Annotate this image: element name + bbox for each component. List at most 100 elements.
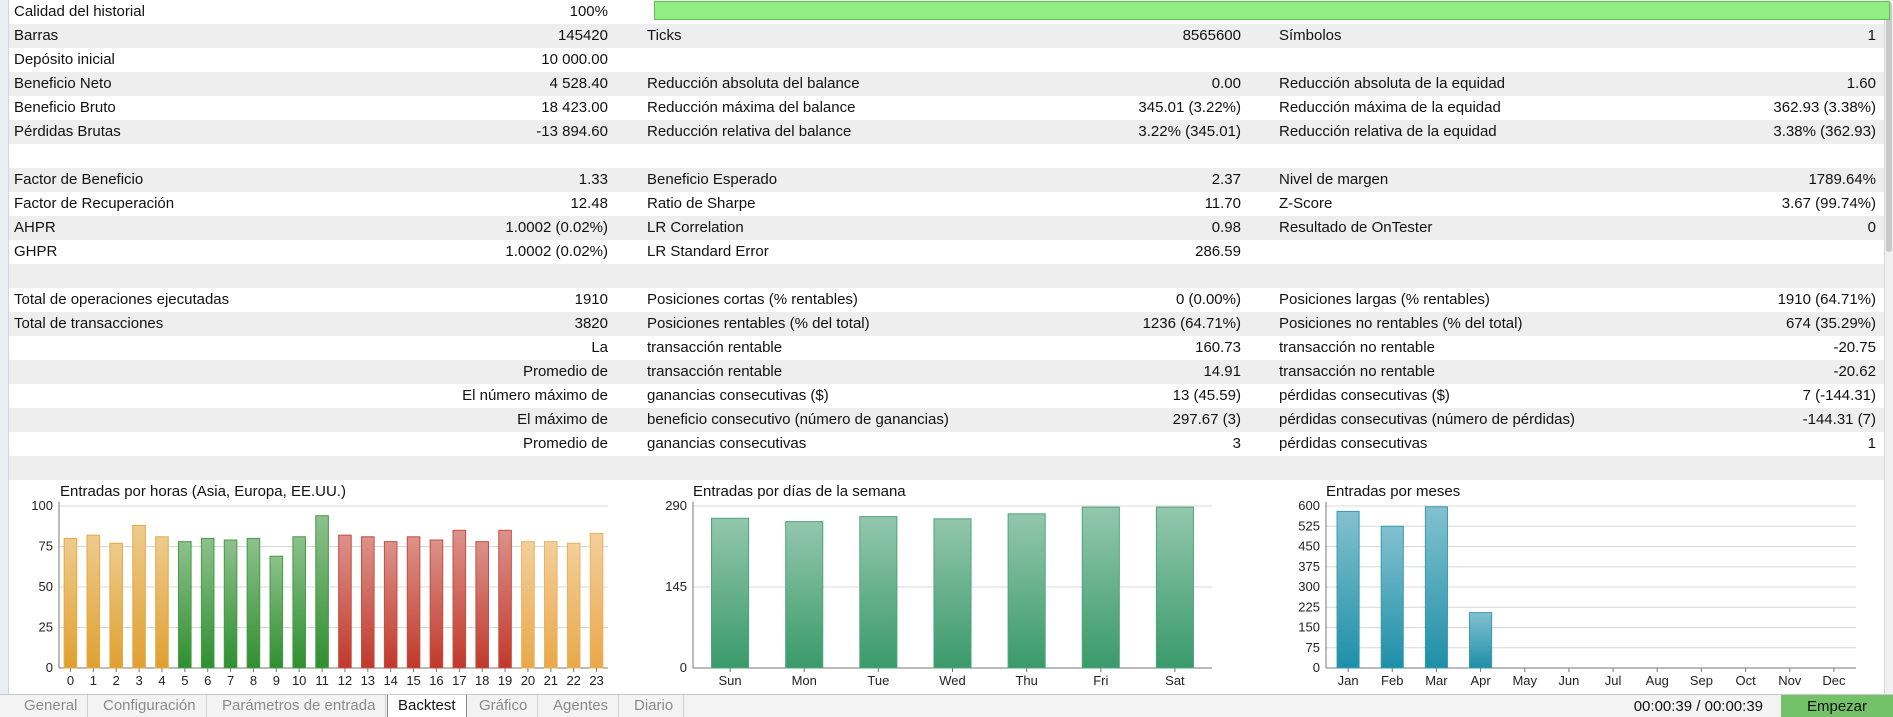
report-value: 4 528.40 (549, 75, 608, 92)
left-panel-edge (0, 0, 9, 694)
report-value: 2.37 (1211, 171, 1241, 188)
report-value (408, 264, 608, 288)
report-value (1616, 144, 1876, 168)
y-tick-label: 150 (1298, 620, 1320, 635)
y-tick-label: 600 (1298, 498, 1320, 513)
report-row: Barras 145420 Ticks 8565600 Símbolos 1 (9, 24, 1884, 48)
bar (589, 533, 604, 669)
report-label (14, 456, 314, 480)
bar (544, 541, 558, 669)
report-value (981, 144, 1241, 168)
report-value: 3820 (574, 315, 608, 332)
chart-months-plot: 0 75 150 225 300 375 450 525 600 Jan Feb Mar Apr May J… (1298, 498, 1856, 688)
x-tick-label: 23 (589, 673, 603, 688)
y-tick-label: 0 (46, 660, 53, 675)
report-label (14, 264, 314, 288)
y-tick-label: 225 (1298, 599, 1320, 614)
y-tick-label: 290 (665, 498, 687, 513)
vertical-scrollbar[interactable] (1884, 0, 1893, 694)
chart-weekdays: Entradas por días de la semana 0 145 290 Su… (655, 482, 1255, 688)
tab-backtest[interactable]: Backtest (387, 695, 467, 717)
report-value: -13 894.60 (536, 123, 608, 140)
bar (1469, 612, 1493, 669)
report-value: -144.31 (7) (1802, 411, 1876, 428)
chart-hours: Entradas por horas (Asia, Europa, EE.UU.… (22, 482, 622, 688)
report-value: Promedio de (522, 435, 608, 452)
report-value (1616, 264, 1876, 288)
strategy-tester-window: Calidad del historial 100% Barras 145420 Tic… (0, 0, 1893, 717)
report-row (9, 456, 1884, 480)
report-value: 1.33 (578, 171, 608, 188)
x-tick-label: Apr (1470, 673, 1491, 688)
report-label (14, 336, 314, 360)
x-tick-label: 20 (521, 673, 535, 688)
report-value: El número máximo de (462, 387, 608, 404)
report-value: 13 (45.59) (1172, 387, 1241, 404)
bar (109, 542, 123, 669)
report-value: -20.75 (1833, 339, 1876, 356)
report-value (981, 264, 1241, 288)
report-value: 674 (35.29%) (1785, 315, 1876, 332)
report-row: Factor de Recuperación 12.48 Ratio de Shar… (9, 192, 1884, 216)
bar (246, 537, 261, 669)
x-tick-label: Jan (1338, 673, 1359, 688)
report-value: El máximo de (517, 411, 608, 428)
tab-general[interactable]: General (14, 695, 89, 717)
x-tick-label: 21 (544, 673, 558, 688)
y-tick-label: 450 (1298, 539, 1320, 554)
report-value: 18 423.00 (541, 99, 608, 116)
bar (1081, 506, 1120, 669)
x-tick-label: Sun (719, 673, 742, 688)
chart-months: Entradas por meses 0 75 150 225 300 375 450 525… (1288, 482, 1878, 688)
tab-parametros-entrada[interactable]: Parámetros de entrada (212, 695, 387, 717)
bar (63, 537, 78, 669)
bar (1336, 510, 1360, 669)
x-tick-label: 8 (250, 673, 257, 688)
x-tick-label: 12 (338, 673, 352, 688)
bar (292, 536, 306, 669)
x-tick-label: 13 (361, 673, 375, 688)
tab-configuracion[interactable]: Configuración (93, 695, 207, 717)
start-button[interactable]: Empezar (1781, 695, 1893, 717)
report-value: 1.0002 (0.02%) (505, 243, 608, 260)
scrollbar-thumb[interactable] (1886, 2, 1892, 252)
report-value: 0.98 (1211, 219, 1241, 236)
x-tick-label: 19 (498, 673, 512, 688)
x-tick-label: Jul (1605, 673, 1622, 688)
report-row: Depósito inicial 10 000.00 (9, 48, 1884, 72)
tab-agentes[interactable]: Agentes (543, 695, 620, 717)
x-tick-label: Sat (1165, 673, 1185, 688)
report-label (14, 360, 314, 384)
bar (383, 541, 398, 669)
report-value (1616, 240, 1876, 264)
report-row: Factor de Beneficio 1.33 Beneficio Esperad… (9, 168, 1884, 192)
bar (178, 541, 192, 669)
bar (155, 536, 169, 669)
x-tick-label: Aug (1646, 673, 1669, 688)
bar (269, 555, 284, 669)
report-value: 286.59 (1195, 243, 1241, 260)
x-tick-label: Oct (1735, 673, 1756, 688)
report-value: 0 (0.00%) (1175, 291, 1241, 308)
report-row: GHPR 1.0002 (0.02%) LR Standard Error 286.5… (9, 240, 1884, 264)
y-tick-label: 375 (1298, 559, 1320, 574)
report-row: El número máximo de ganancias consecutiva… (9, 384, 1884, 408)
x-tick-label: Wed (939, 673, 966, 688)
report-value (408, 144, 608, 168)
report-value: 1236 (64.71%) (1142, 315, 1241, 332)
report-value (981, 456, 1241, 480)
y-tick-label: 50 (39, 579, 53, 594)
x-tick-label: 9 (273, 673, 280, 688)
report-row (9, 144, 1884, 168)
report-label (14, 408, 314, 432)
bar (86, 534, 101, 669)
report-label: Factor de Beneficio (14, 171, 144, 188)
tab-diario[interactable]: Diario (624, 695, 685, 717)
report-value: -20.62 (1833, 363, 1876, 380)
report-value: 362.93 (3.38%) (1773, 99, 1876, 116)
report-value: 345.01 (3.22%) (1138, 99, 1241, 116)
y-tick-label: 25 (39, 620, 53, 635)
bar (498, 529, 512, 669)
tab-grafico[interactable]: Gráfico (469, 695, 539, 717)
x-tick-label: 14 (383, 673, 397, 688)
